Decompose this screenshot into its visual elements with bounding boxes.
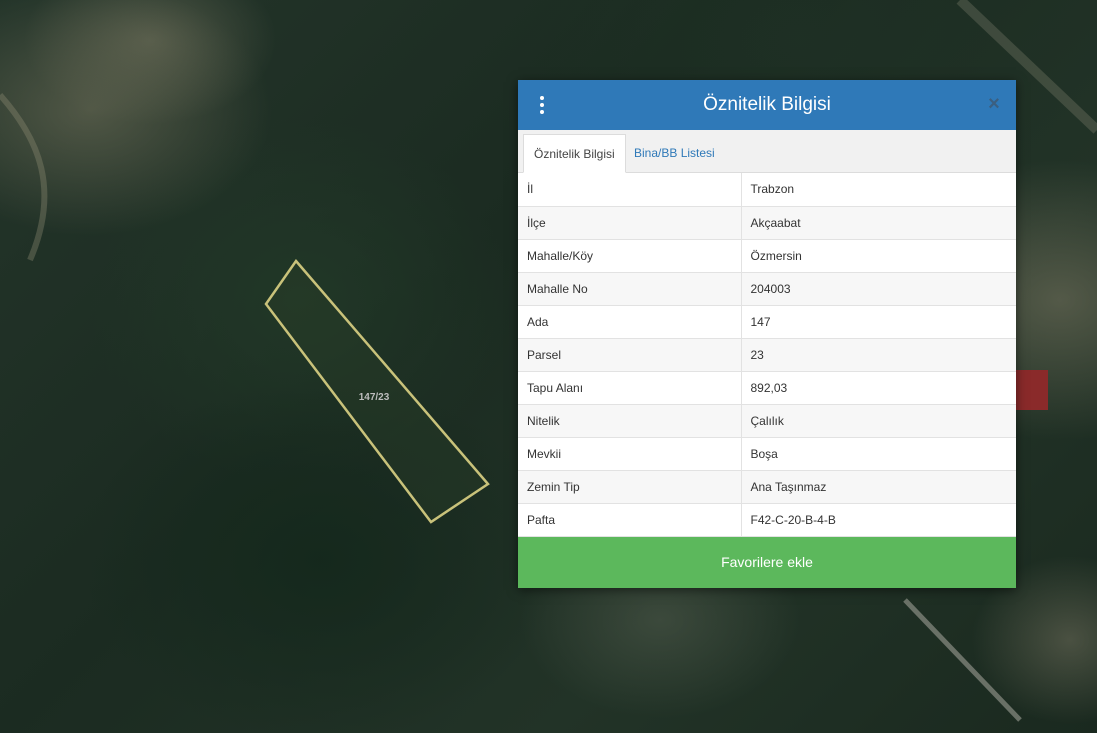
attribute-value: Çalılık [741,404,1016,438]
building-roof [1016,370,1048,410]
attribute-table: İl Trabzon İlçe Akçaabat Mahalle/Köy Özmersin… [518,173,1016,537]
attribute-value: 147 [741,305,1016,339]
panel-title: Öznitelik Bilgisi [703,94,831,115]
table-row: Parsel 23 [518,338,1016,372]
tab-building-list[interactable]: Bina/BB Listesi [624,134,725,172]
attribute-key: Tapu Alanı [518,371,742,405]
path-trail [0,93,48,262]
attribute-value: Özmersin [741,239,1016,273]
table-row: Pafta F42-C-20-B-4-B [518,503,1016,537]
attribute-key: Parsel [518,338,742,372]
table-row: Tapu Alanı 892,03 [518,371,1016,405]
close-icon[interactable]: × [984,94,1004,114]
attribute-key: Zemin Tip [518,470,742,504]
attribute-value: 892,03 [741,371,1016,405]
tab-attribute-info[interactable]: Öznitelik Bilgisi [523,134,626,173]
attribute-key: Pafta [518,503,742,537]
tab-bar: Öznitelik Bilgisi Bina/BB Listesi [518,130,1016,173]
attribute-value: Boşa [741,437,1016,471]
table-row: Zemin Tip Ana Taşınmaz [518,470,1016,504]
attribute-key: İlçe [518,206,742,240]
attribute-value: Trabzon [741,173,1016,207]
table-row: Mahalle/Köy Özmersin [518,239,1016,273]
table-row: Mahalle No 204003 [518,272,1016,306]
parcel-label: 147/23 [359,392,390,403]
attribute-key: İl [518,173,742,207]
attribute-key: Mevkii [518,437,742,471]
table-row: İl Trabzon [518,173,1016,207]
attribute-value: Akçaabat [741,206,1016,240]
attribute-value: 23 [741,338,1016,372]
attribute-value: 204003 [741,272,1016,306]
table-row: İlçe Akçaabat [518,206,1016,240]
kebab-menu-icon[interactable] [532,93,552,117]
attribute-key: Nitelik [518,404,742,438]
table-row: Ada 147 [518,305,1016,339]
attribute-value: F42-C-20-B-4-B [741,503,1016,537]
attribute-panel: Öznitelik Bilgisi × Öznitelik Bilgisi Bi… [518,80,1016,588]
attribute-key: Ada [518,305,742,339]
attribute-key: Mahalle/Köy [518,239,742,273]
add-favorites-button[interactable]: Favorilere ekle [518,536,1016,588]
road-segment [903,598,1022,722]
table-row: Mevkii Boşa [518,437,1016,471]
attribute-value: Ana Taşınmaz [741,470,1016,504]
attribute-key: Mahalle No [518,272,742,306]
panel-header: Öznitelik Bilgisi × [518,80,1016,130]
table-row: Nitelik Çalılık [518,404,1016,438]
